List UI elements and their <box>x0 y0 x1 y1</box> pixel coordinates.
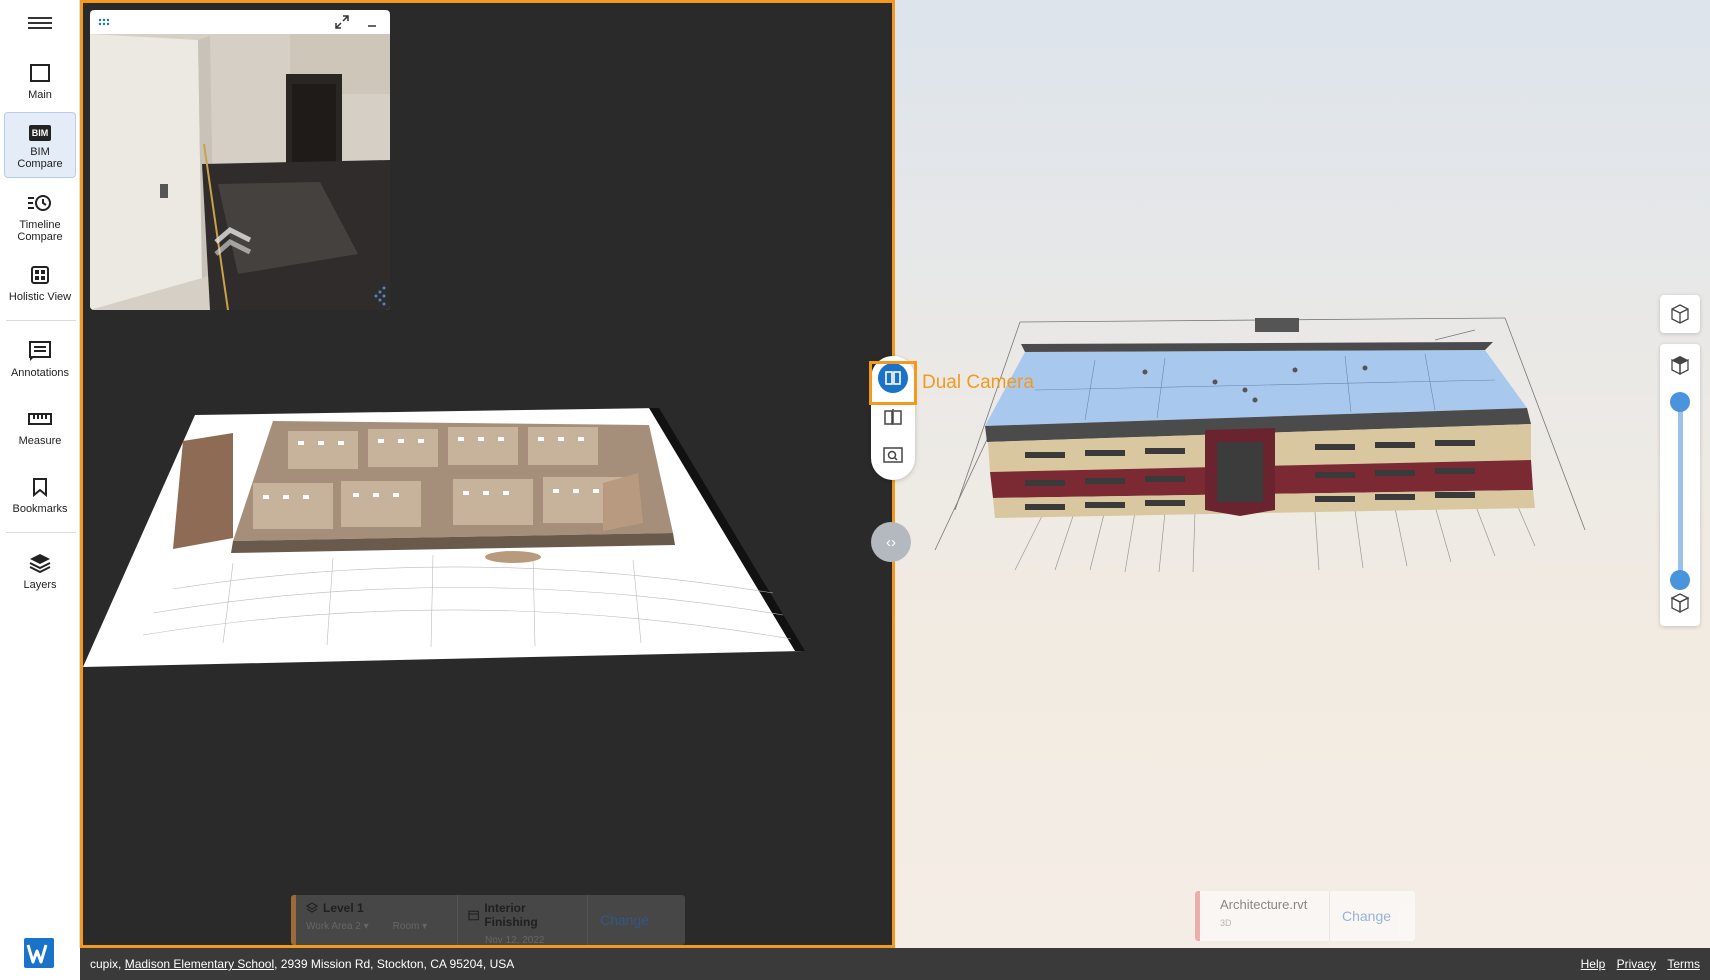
ruler-icon <box>4 406 76 432</box>
nav-main[interactable]: Main <box>4 60 76 101</box>
phase-label: Interior Finishing <box>484 901 538 929</box>
section-slider-track[interactable] <box>1678 402 1683 582</box>
left-change-button[interactable]: Change <box>588 895 661 945</box>
annotation-list-icon <box>4 338 76 364</box>
image-search-icon <box>883 447 903 463</box>
app-logo-icon <box>24 938 54 968</box>
nav-bookmarks[interactable]: Bookmarks <box>4 474 76 515</box>
sidebar-divider <box>6 532 76 533</box>
minimize-icon[interactable] <box>366 18 378 28</box>
split-divider-handle[interactable]: ‹› <box>871 522 911 562</box>
pip-360-photo[interactable] <box>90 34 390 310</box>
org-name: cupix, <box>90 957 122 971</box>
nav-holistic-view[interactable]: Holistic View <box>4 262 76 303</box>
phase-title: Interior Finishing <box>468 901 577 929</box>
nav-timeline-label: Timeline Compare <box>17 219 63 243</box>
level-title: Level 1 <box>306 901 447 915</box>
capture-date: Nov 12, 2022 <box>485 935 545 946</box>
expand-icon[interactable] <box>334 14 350 30</box>
photo-search-button[interactable] <box>878 440 908 470</box>
pip-360-viewer[interactable] <box>90 10 390 310</box>
level-selector[interactable]: Level 1 Work Area 2 ▾ Room ▾ <box>296 895 458 945</box>
nav-layers-label: Layers <box>23 579 57 591</box>
work-area-label: Work Area 2 <box>306 921 361 932</box>
timeline-clock-icon <box>4 190 76 216</box>
pip-header <box>90 10 390 34</box>
level-sub: Work Area 2 ▾ Room ▾ <box>306 921 447 932</box>
work-area-dropdown[interactable]: Work Area 2 ▾ <box>306 921 369 932</box>
split-book-icon <box>884 409 902 425</box>
capture-selector[interactable]: Level 1 Work Area 2 ▾ Room ▾ Interior Fi… <box>291 895 685 945</box>
section-slider-top-knob[interactable] <box>1670 392 1690 412</box>
nav-bim-compare[interactable]: BIM BIM Compare <box>4 112 76 178</box>
square-icon <box>4 60 76 86</box>
privacy-link[interactable]: Privacy <box>1617 957 1656 971</box>
bim-icon-text: BIM <box>28 125 52 141</box>
bim-building-model[interactable] <box>895 300 1615 600</box>
right-change-button[interactable]: Change <box>1330 891 1403 941</box>
hamburger-menu-icon[interactable] <box>28 14 52 32</box>
project-address: , 2939 Mission Rd, Stockton, CA 95204, U… <box>274 957 515 971</box>
grid-icon <box>4 262 76 288</box>
nav-layers[interactable]: Layers <box>4 550 76 591</box>
terms-link[interactable]: Terms <box>1667 957 1700 971</box>
layers-icon <box>4 550 76 576</box>
cube-top-icon <box>1671 356 1689 376</box>
bookmark-icon <box>4 474 76 500</box>
nav-measure-label: Measure <box>18 435 62 447</box>
room-label: Room <box>392 921 420 932</box>
date-sub: Nov 12, 2022 <box>468 935 577 946</box>
model-file-name: Architecture.rvt <box>1220 897 1308 912</box>
room-dropdown[interactable]: Room ▾ <box>393 921 428 932</box>
split-compare-button[interactable] <box>878 402 908 432</box>
nav-annotations-label: Annotations <box>10 367 70 379</box>
left-viewer-pane[interactable]: Level 1 Work Area 2 ▾ Room ▾ Interior Fi… <box>80 0 895 948</box>
drag-handle-icon[interactable] <box>98 18 110 26</box>
project-link[interactable]: Madison Elementary School <box>125 957 274 971</box>
nav-measure[interactable]: Measure <box>4 406 76 447</box>
date-selector[interactable]: Interior Finishing Nov 12, 2022 <box>458 895 588 945</box>
footer-links: Help Privacy Terms <box>1573 957 1700 971</box>
nav-bim-compare-label: BIM Compare <box>17 146 63 170</box>
level-label: Level 1 <box>323 901 364 915</box>
project-location: cupix, Madison Elementary School, 2939 M… <box>90 957 1573 971</box>
layers-icon <box>306 902 318 913</box>
right-bim-viewer-pane[interactable]: Architecture.rvt 3D Change <box>895 0 1710 948</box>
nav-holistic-label: Holistic View <box>8 291 72 303</box>
chevron-left-right-icon: ‹› <box>886 533 896 551</box>
sidebar: Main BIM BIM Compare Timeline Compare Ho… <box>0 0 80 968</box>
model-file-selector[interactable]: Architecture.rvt 3D <box>1200 891 1330 941</box>
bim-icon: BIM <box>5 123 75 143</box>
model-view-type: 3D <box>1220 918 1232 928</box>
help-link[interactable]: Help <box>1581 957 1606 971</box>
sidebar-divider <box>6 320 76 321</box>
section-slider-panel[interactable] <box>1660 344 1700 626</box>
view-cube-button[interactable] <box>1660 295 1700 333</box>
nav-main-label: Main <box>28 89 52 101</box>
section-slider-bottom-knob[interactable] <box>1670 570 1690 590</box>
nav-annotations[interactable]: Annotations <box>4 338 76 379</box>
cube-bottom-icon <box>1670 593 1690 614</box>
calendar-icon <box>468 910 479 921</box>
dual-camera-label: Dual Camera <box>922 372 1034 393</box>
cube-icon <box>1671 304 1689 324</box>
model-selector[interactable]: Architecture.rvt 3D Change <box>1195 891 1415 941</box>
pointcloud-floorplan-view[interactable] <box>83 363 892 703</box>
dual-camera-highlight <box>869 361 917 405</box>
nav-bookmarks-label: Bookmarks <box>12 503 68 515</box>
status-footer: cupix, Madison Elementary School, 2939 M… <box>80 948 1710 980</box>
nav-timeline-compare[interactable]: Timeline Compare <box>4 190 76 243</box>
